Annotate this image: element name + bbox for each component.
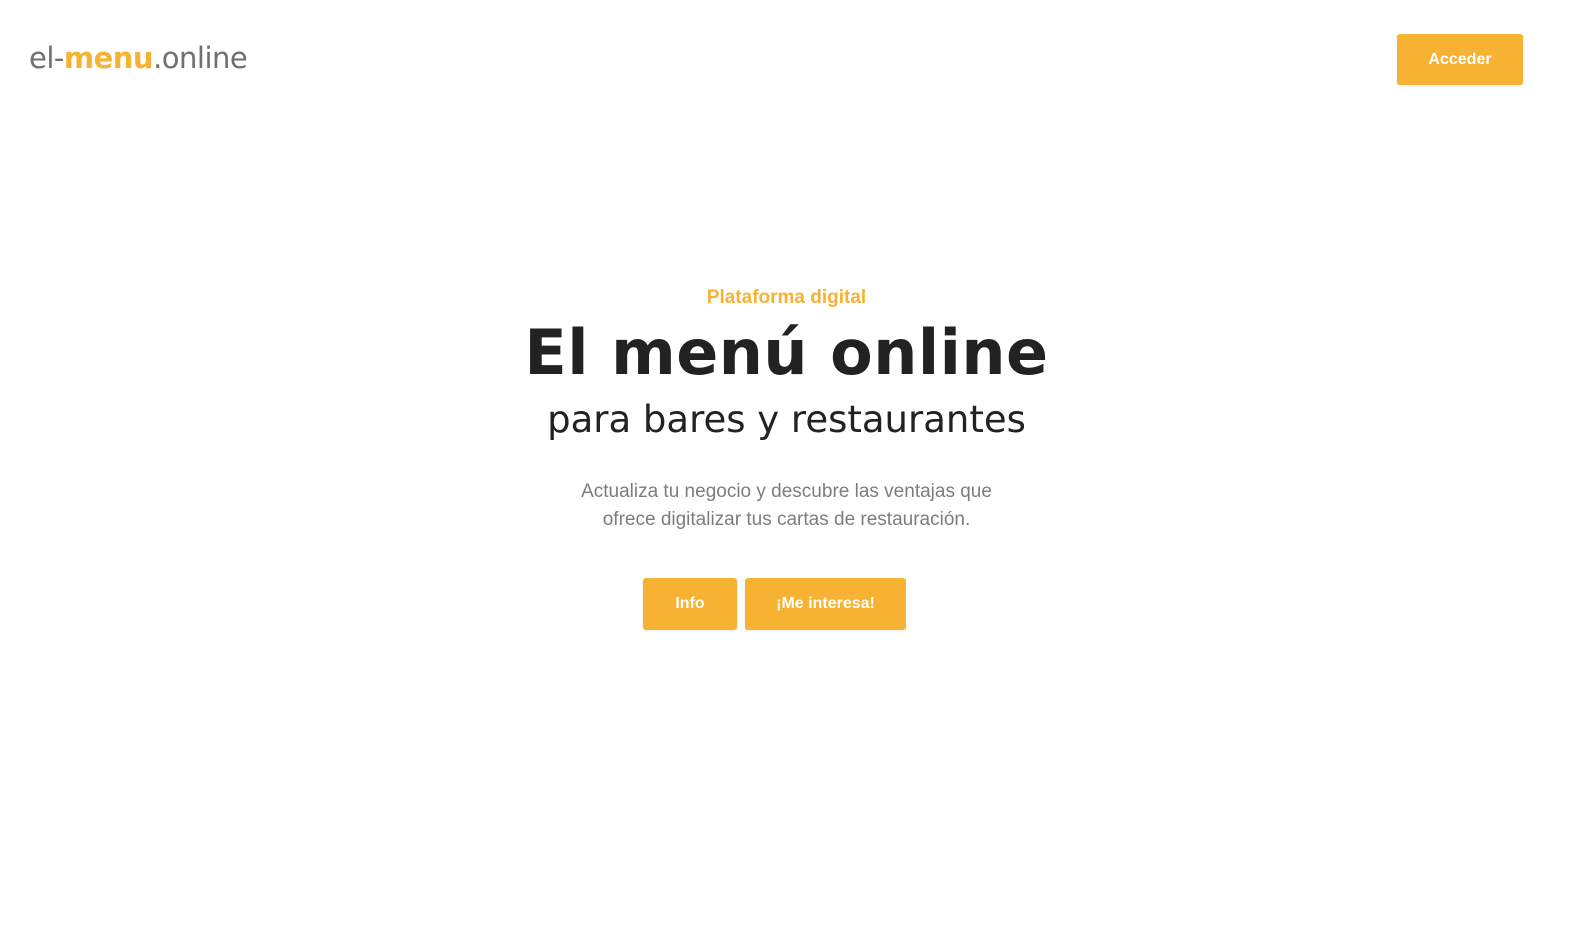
logo-accent: menu [63, 41, 154, 75]
hero-description: Actualiza tu negocio y descubre las vent… [0, 478, 1573, 534]
login-button[interactable]: Acceder [1397, 34, 1523, 85]
hero-description-line-1: Actualiza tu negocio y descubre las vent… [581, 481, 992, 502]
logo-suffix: .online [153, 41, 248, 75]
hero-title: El menú online [524, 316, 1049, 389]
logo-prefix: el- [29, 41, 64, 75]
interest-button[interactable]: ¡Me interesa! [745, 578, 906, 630]
site-logo[interactable]: el-menu.online [29, 36, 248, 80]
hero-description-line-2: ofrece digitalizar tus cartas de restaur… [602, 509, 971, 530]
hero-subtitle: para bares y restaurantes [547, 398, 1026, 441]
info-button[interactable]: Info [643, 578, 737, 630]
hero-eyebrow: Plataforma digital [706, 287, 867, 308]
